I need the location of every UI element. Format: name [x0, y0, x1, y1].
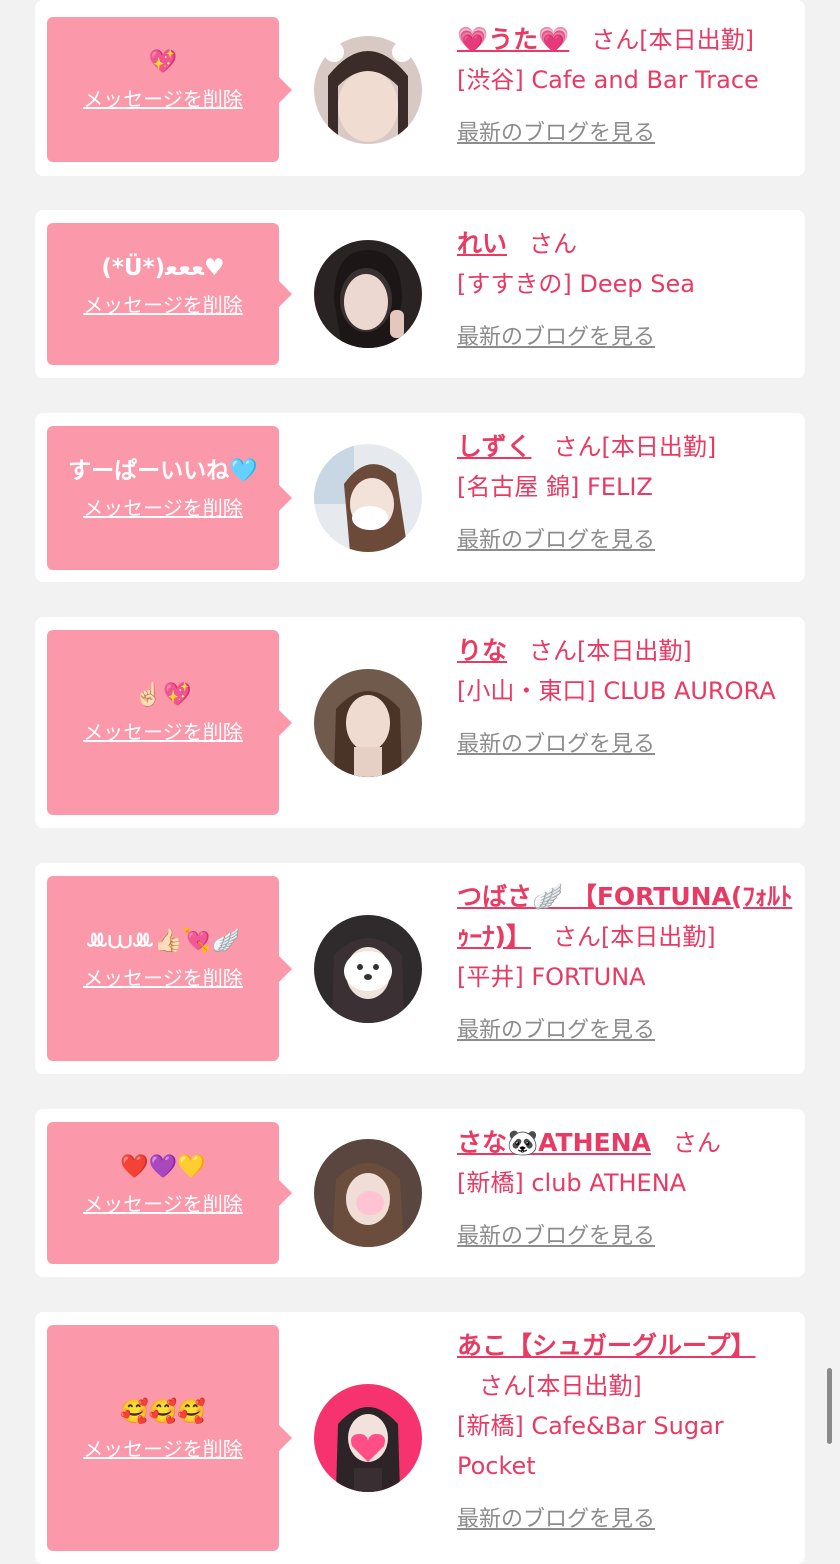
favorite-card: ꔛ⩊ꔛ👍🏻💘🪽 メッセージを削除 つばさ🪽 【FORTUNA(ﾌｫﾙﾄｩｰﾅ)】… [35, 863, 805, 1074]
girl-name-link[interactable]: さな🐼ATHENA [457, 1128, 651, 1157]
favorite-card: (*Ü*)ﻌﻌﻌ♥ メッセージを削除 れい さん [すすきの] Deep Sea … [35, 210, 805, 378]
favorite-card: すーぱーいいね🩵 メッセージを削除 しずく さん[本日出勤] [名古屋 錦] FE… [35, 413, 805, 582]
girl-name-link[interactable]: 💗うた💗 [457, 25, 569, 54]
message-text: (*Ü*)ﻌﻌﻌ♥ [101, 255, 225, 281]
message-bubble: 💖 メッセージを削除 [47, 17, 292, 162]
girl-info: しずく さん[本日出勤] [名古屋 錦] FELIZ 最新のブログを見る [457, 427, 797, 561]
honorific: さん [529, 637, 578, 665]
blog-link[interactable]: 最新のブログを見る [457, 114, 797, 154]
shop-name: [渋谷] Cafe and Bar Trace [457, 66, 759, 94]
message-bubble: (*Ü*)ﻌﻌﻌ♥ メッセージを削除 [47, 223, 292, 365]
delete-message-link[interactable]: メッセージを削除 [47, 1435, 279, 1463]
delete-message-link[interactable]: メッセージを削除 [47, 718, 279, 746]
message-bubble: ☝🏻💖 メッセージを削除 [47, 630, 292, 815]
favorite-card: ☝🏻💖 メッセージを削除 りな さん[本日出勤] [小山・東口] CLUB AUR… [35, 617, 805, 828]
honorific: さん [672, 1129, 721, 1157]
message-bubble: すーぱーいいね🩵 メッセージを削除 [47, 426, 292, 570]
girl-info: あこ【シュガーグループ】さん[本日出勤] [新橋] Cafe&Bar Sugar… [457, 1326, 797, 1540]
girl-info: りな さん[本日出勤] [小山・東口] CLUB AURORA 最新のブログを見る [457, 631, 797, 765]
honorific: さん [529, 230, 578, 258]
message-text: 💖 [148, 49, 178, 75]
blog-link[interactable]: 最新のブログを見る [457, 318, 797, 358]
message-bubble: ꔛ⩊ꔛ👍🏻💘🪽 メッセージを削除 [47, 876, 292, 1061]
blog-link[interactable]: 最新のブログを見る [457, 521, 797, 561]
message-text: ☝🏻💖 [134, 682, 192, 708]
shop-name: [小山・東口] CLUB AURORA [457, 677, 776, 705]
blog-link[interactable]: 最新のブログを見る [457, 1217, 797, 1257]
delete-message-link[interactable]: メッセージを削除 [47, 291, 279, 319]
delete-message-link[interactable]: メッセージを削除 [47, 1190, 279, 1218]
message-text: すーぱーいいね🩵 [68, 458, 258, 484]
delete-message-link[interactable]: メッセージを削除 [47, 964, 279, 992]
honorific: さん [552, 923, 601, 951]
blog-link[interactable]: 最新のブログを見る [457, 1500, 797, 1540]
blog-link[interactable]: 最新のブログを見る [457, 725, 797, 765]
avatar[interactable] [314, 915, 422, 1023]
status-text: [本日出勤] [577, 637, 692, 665]
shop-name: [すすきの] Deep Sea [457, 270, 695, 298]
girl-info: さな🐼ATHENA さん [新橋] club ATHENA 最新のブログを見る [457, 1123, 797, 1257]
status-text: [本日出勤] [600, 923, 716, 951]
favorite-card: 💖 メッセージを削除 💗うた💗 さん[本日出勤] [渋谷] Cafe and Ba… [35, 0, 805, 176]
girl-name-link[interactable]: あこ【シュガーグループ】 [457, 1331, 756, 1360]
honorific: さん [591, 26, 640, 54]
girl-info: れい さん [すすきの] Deep Sea 最新のブログを見る [457, 224, 797, 358]
status-text: [本日出勤] [527, 1372, 642, 1400]
shop-name: [新橋] Cafe&Bar Sugar Pocket [457, 1412, 724, 1480]
scrollbar[interactable] [827, 1368, 832, 1444]
honorific: さん [553, 433, 602, 461]
girl-info: 💗うた💗 さん[本日出勤] [渋谷] Cafe and Bar Trace 最新の… [457, 20, 797, 154]
message-bubble: ❤️💜💛 メッセージを削除 [47, 1122, 292, 1264]
favorite-card: ❤️💜💛 メッセージを削除 さな🐼ATHENA さん [新橋] club ATHE… [35, 1109, 805, 1277]
status-text: [本日出勤] [639, 26, 754, 54]
delete-message-link[interactable]: メッセージを削除 [47, 85, 279, 113]
message-bubble: 🥰🥰🥰 メッセージを削除 [47, 1325, 292, 1551]
avatar[interactable] [314, 1139, 422, 1247]
favorite-card: 🥰🥰🥰 メッセージを削除 あこ【シュガーグループ】さん[本日出勤] [新橋] C… [35, 1312, 805, 1564]
shop-name: [平井] FORTUNA [457, 963, 646, 991]
avatar[interactable] [314, 240, 422, 348]
girl-info: つばさ🪽 【FORTUNA(ﾌｫﾙﾄｩｰﾅ)】 さん[本日出勤] [平井] FOR… [457, 877, 797, 1051]
avatar[interactable] [314, 669, 422, 777]
status-text: [本日出勤] [601, 433, 717, 461]
avatar[interactable] [314, 1384, 422, 1492]
shop-name: [名古屋 錦] FELIZ [457, 473, 653, 501]
avatar[interactable] [314, 36, 422, 144]
shop-name: [新橋] club ATHENA [457, 1169, 687, 1197]
girl-name-link[interactable]: りな [457, 636, 507, 665]
message-text: ❤️💜💛 [120, 1154, 206, 1180]
honorific: さん [479, 1372, 527, 1400]
avatar[interactable] [314, 444, 422, 552]
message-text: 🥰🥰🥰 [120, 1399, 206, 1425]
blog-link[interactable]: 最新のブログを見る [457, 1011, 797, 1051]
girl-name-link[interactable]: しずく [457, 432, 532, 461]
girl-name-link[interactable]: れい [457, 229, 507, 258]
message-text: ꔛ⩊ꔛ👍🏻💘🪽 [85, 928, 241, 954]
delete-message-link[interactable]: メッセージを削除 [47, 494, 279, 522]
